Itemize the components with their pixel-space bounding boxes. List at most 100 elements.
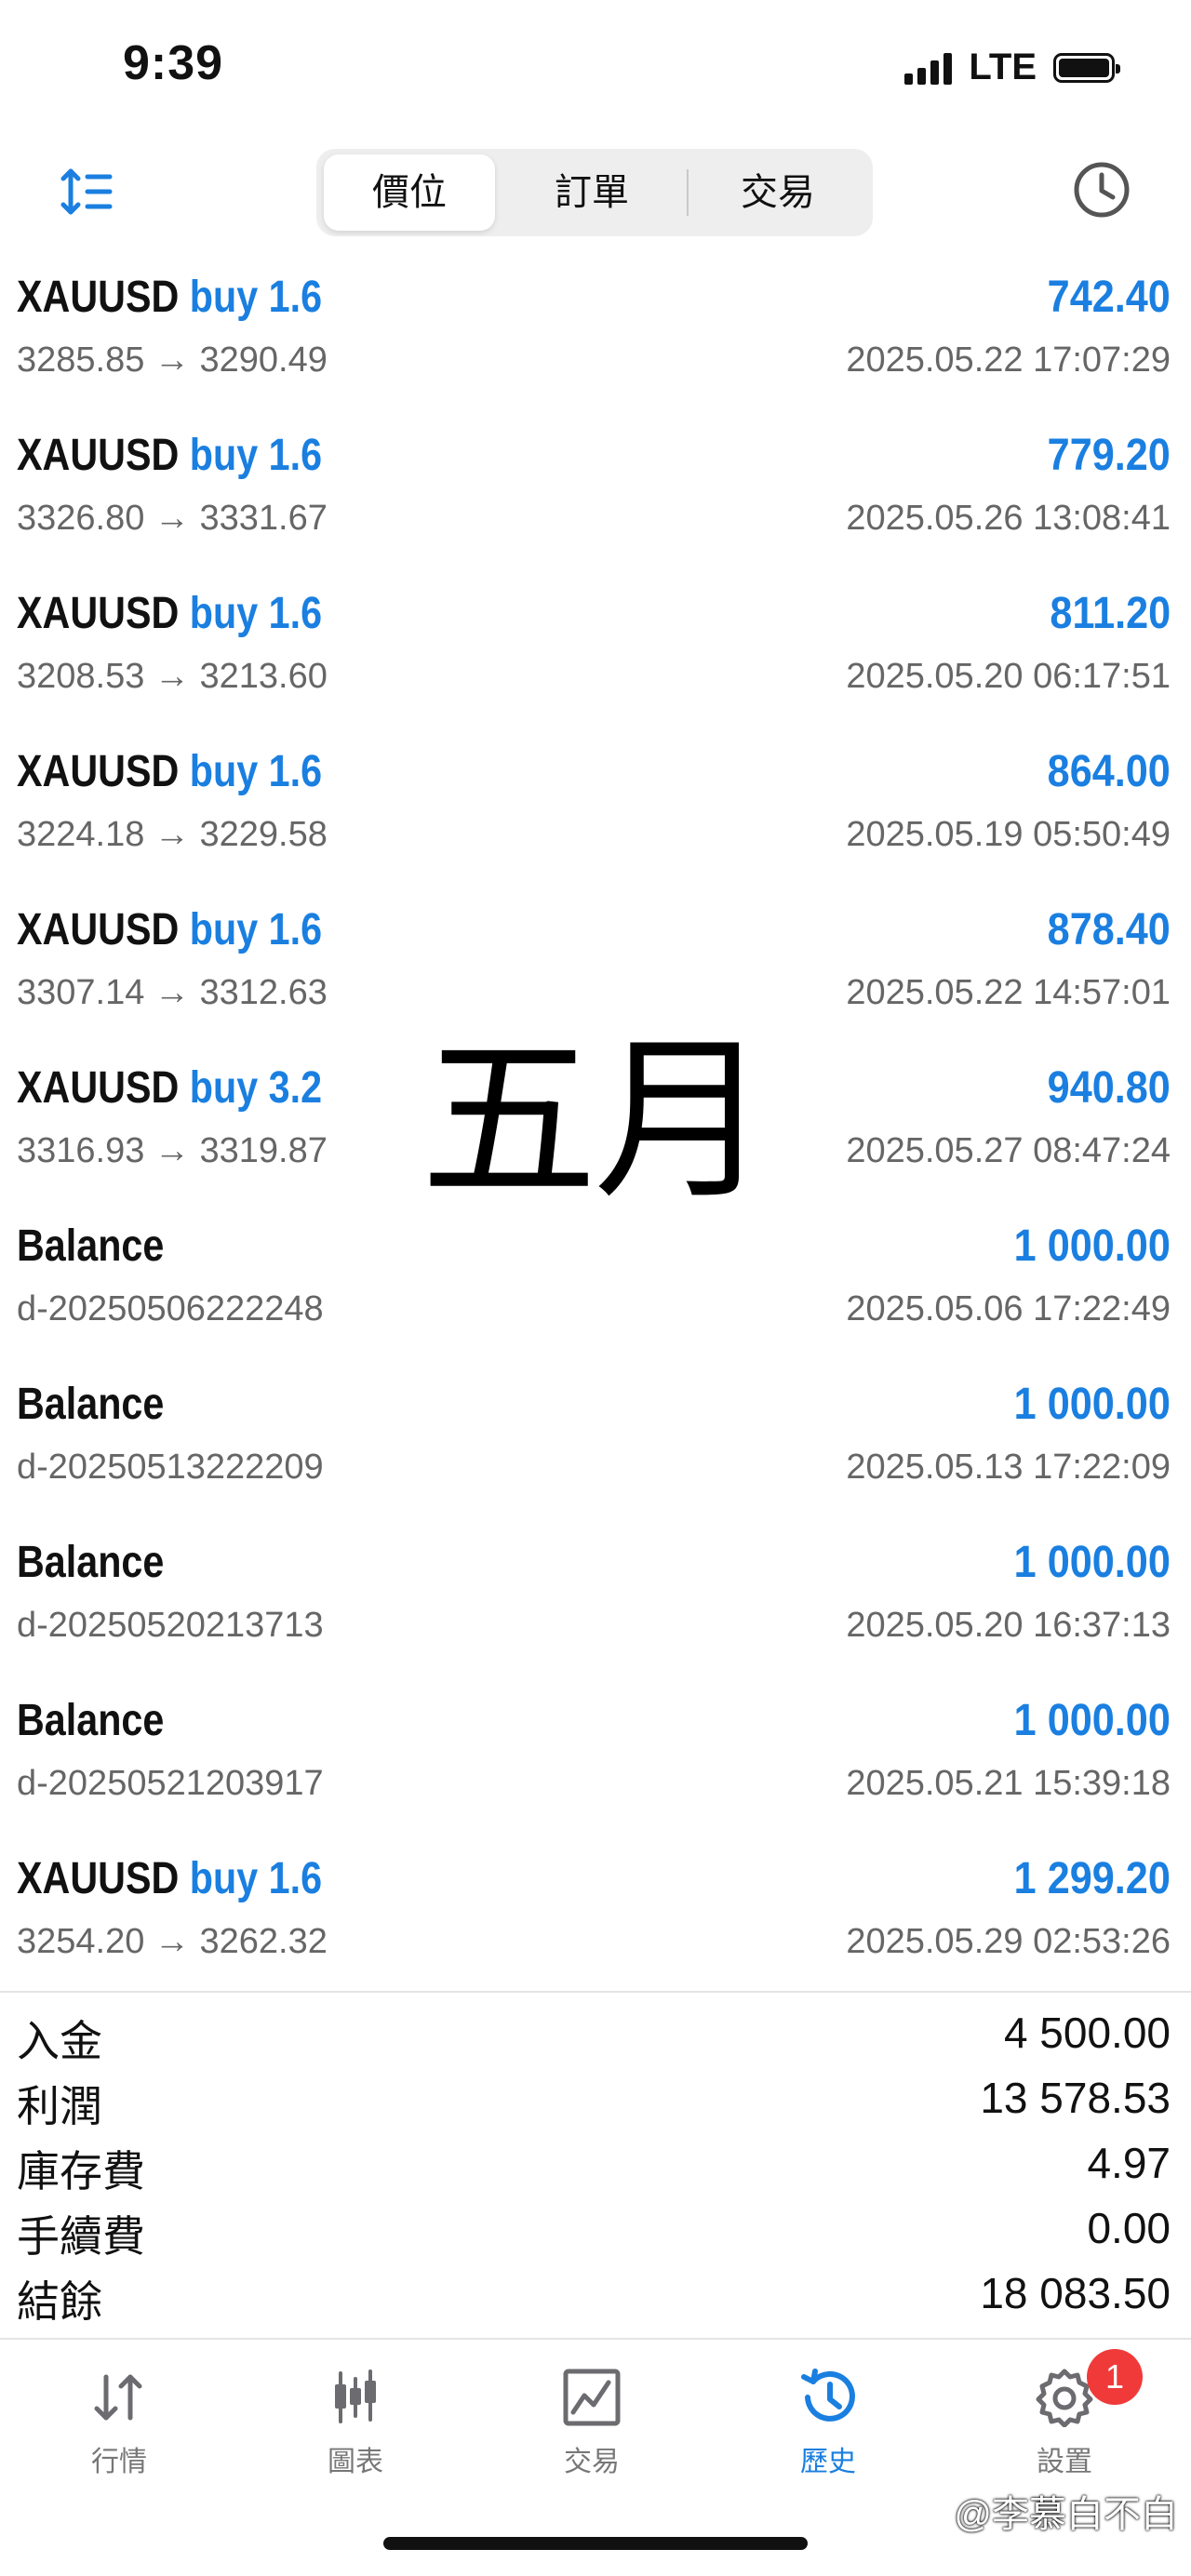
trade-chart-icon	[563, 2369, 621, 2426]
summary-row-deposit: 入金 4 500.00	[0, 1998, 1191, 2065]
tab-label: 行情	[91, 2447, 147, 2477]
history-clock-icon	[801, 2369, 855, 2422]
deal-symbol: XAUUSD	[17, 905, 180, 954]
tab-history[interactable]: 歷史	[744, 2368, 912, 2479]
deal-symbol: Balance	[17, 1538, 165, 1587]
segment-orders[interactable]: 訂單	[506, 154, 677, 231]
deal-side: buy 1.6	[189, 905, 323, 954]
candlestick-chart-icon	[335, 2369, 376, 2423]
deal-profit: 940.80	[1047, 1063, 1171, 1113]
deal-profit: 878.40	[1047, 905, 1171, 954]
battery-icon	[1053, 52, 1120, 83]
quotes-arrows-icon	[94, 2374, 142, 2421]
list-item[interactable]: Balance 1 000.00 d-20250521203917 2025.0…	[0, 1678, 1191, 1836]
deal-time: 2025.05.13 17:22:09	[846, 1448, 1171, 1487]
list-item[interactable]: XAUUSD buy 1.6 779.20 3326.80 → 3331.67 …	[0, 413, 1191, 571]
list-item[interactable]: XAUUSD buy 1.6 1 299.20 3254.20 → 3262.3…	[0, 1836, 1191, 1995]
deal-symbol: Balance	[17, 1380, 165, 1429]
deal-symbol: XAUUSD	[17, 431, 180, 480]
deal-symbol: Balance	[17, 1696, 165, 1745]
deal-symbol: XAUUSD	[17, 589, 180, 638]
summary-label: 手續費	[17, 2212, 145, 2261]
tab-charts[interactable]: 圖表	[272, 2368, 439, 2479]
tab-trade[interactable]: 交易	[508, 2368, 676, 2479]
deal-profit: 1 000.00	[1013, 1696, 1171, 1745]
cellular-signal-icon	[904, 51, 953, 85]
segment-price[interactable]: 價位	[324, 154, 495, 231]
summary-label: 結餘	[17, 2277, 102, 2326]
deal-time: 2025.05.21 15:39:18	[846, 1764, 1171, 1803]
deal-profit: 779.20	[1047, 431, 1171, 480]
deal-profit: 811.20	[1050, 589, 1171, 638]
status-time: 9:39	[123, 36, 224, 90]
deal-time: 2025.05.06 17:22:49	[846, 1289, 1171, 1328]
summary-value: 4 500.00	[1003, 2009, 1171, 2057]
deal-time: 2025.05.20 16:37:13	[846, 1606, 1171, 1645]
segment-divider	[687, 169, 689, 216]
view-segmented-control: 價位 訂單 交易	[316, 149, 873, 236]
deal-detail: 3307.14 → 3312.63	[17, 973, 328, 1012]
deal-side: buy 1.6	[189, 589, 323, 638]
deal-side: buy 1.6	[189, 431, 323, 480]
deal-detail: d-20250513222209	[17, 1448, 324, 1487]
deal-profit: 742.40	[1047, 273, 1171, 322]
summary-label: 利潤	[17, 2082, 102, 2130]
deal-detail: d-20250520213713	[17, 1606, 324, 1645]
deal-detail: 3254.20 → 3262.32	[17, 1922, 328, 1961]
tab-label: 圖表	[328, 2447, 383, 2477]
clock-icon[interactable]	[1072, 160, 1131, 220]
credit-watermark: @李慕白不白	[954, 2494, 1178, 2535]
list-item[interactable]: XAUUSD buy 1.6 811.20 3208.53 → 3213.60 …	[0, 571, 1191, 729]
deal-detail: d-20250506222248	[17, 1289, 324, 1328]
list-item[interactable]: XAUUSD buy 1.6 864.00 3224.18 → 3229.58 …	[0, 729, 1191, 888]
summary-row-swap: 庫存費 4.97	[0, 2129, 1191, 2196]
deal-detail: 3316.93 → 3319.87	[17, 1131, 328, 1170]
deal-profit: 1 299.20	[1013, 1854, 1171, 1903]
deal-time: 2025.05.22 14:57:01	[846, 973, 1171, 1012]
summary-row-profit: 利潤 13 578.53	[0, 2063, 1191, 2130]
deal-time: 2025.05.19 05:50:49	[846, 815, 1171, 854]
deal-profit: 1 000.00	[1013, 1538, 1171, 1587]
deal-time: 2025.05.29 02:53:26	[846, 1922, 1171, 1961]
sort-icon[interactable]	[60, 166, 115, 218]
tab-label: 歷史	[800, 2447, 856, 2477]
month-overlay-text: 五月	[421, 1018, 770, 1223]
summary-value: 18 083.50	[980, 2269, 1171, 2317]
list-item[interactable]: Balance 1 000.00 d-20250513222209 2025.0…	[0, 1362, 1191, 1520]
summary-label: 庫存費	[17, 2147, 145, 2196]
deal-profit: 864.00	[1047, 747, 1171, 796]
deal-side: buy 3.2	[189, 1063, 323, 1113]
status-bar: 9:39 LTE	[0, 0, 1191, 140]
deal-detail: 3224.18 → 3229.58	[17, 815, 328, 854]
deal-side: buy 1.6	[189, 273, 323, 322]
deal-side: buy 1.6	[189, 1854, 323, 1903]
deal-time: 2025.05.27 08:47:24	[846, 1131, 1171, 1170]
home-indicator[interactable]	[383, 2537, 808, 2550]
deal-detail: 3285.85 → 3290.49	[17, 340, 328, 380]
deal-time: 2025.05.20 06:17:51	[846, 657, 1171, 696]
deal-detail: 3326.80 → 3331.67	[17, 499, 328, 538]
summary-value: 0.00	[1087, 2204, 1171, 2252]
deal-detail: d-20250521203917	[17, 1764, 324, 1803]
summary-label: 入金	[17, 2017, 102, 2065]
deal-side: buy 1.6	[189, 747, 323, 796]
summary-value: 4.97	[1087, 2139, 1171, 2187]
summary-row-balance: 結餘 18 083.50	[0, 2259, 1191, 2326]
deal-time: 2025.05.22 17:07:29	[846, 340, 1171, 380]
deal-symbol: Balance	[17, 1221, 165, 1271]
list-item[interactable]: XAUUSD buy 1.6 742.40 3285.85 → 3290.49 …	[0, 255, 1191, 413]
tab-quotes[interactable]: 行情	[35, 2368, 203, 2479]
deal-profit: 1 000.00	[1013, 1380, 1171, 1429]
deal-time: 2025.05.26 13:08:41	[846, 499, 1171, 538]
deal-symbol: XAUUSD	[17, 273, 180, 322]
deal-profit: 1 000.00	[1013, 1221, 1171, 1271]
deal-symbol: XAUUSD	[17, 1854, 180, 1903]
network-label: LTE	[969, 47, 1037, 87]
summary-value: 13 578.53	[980, 2074, 1171, 2122]
deal-symbol: XAUUSD	[17, 747, 180, 796]
summary-row-commission: 手續費 0.00	[0, 2194, 1191, 2261]
tab-label: 設置	[1037, 2447, 1092, 2477]
list-item[interactable]: Balance 1 000.00 d-20250520213713 2025.0…	[0, 1520, 1191, 1678]
segment-deals[interactable]: 交易	[692, 154, 863, 231]
deal-symbol: XAUUSD	[17, 1063, 180, 1113]
